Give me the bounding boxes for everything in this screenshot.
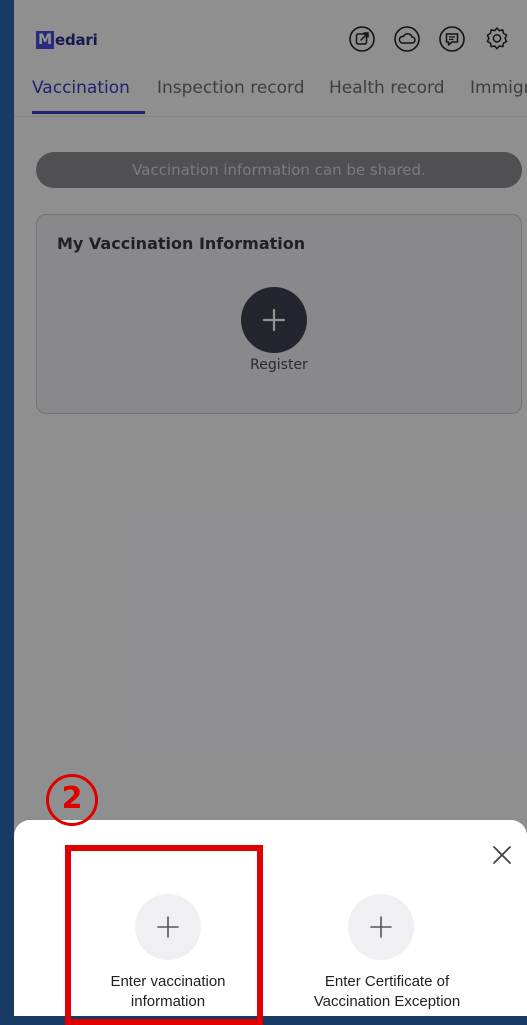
- enter-exception-certificate-option[interactable]: Enter Certificate of Vaccination Excepti…: [272, 894, 502, 1010]
- enter-exception-label: Enter Certificate of Vaccination Excepti…: [313, 973, 461, 1010]
- close-icon[interactable]: [490, 843, 514, 867]
- plus-icon: [370, 916, 392, 938]
- step-number-badge: 2: [46, 774, 98, 826]
- highlight-box: [65, 845, 263, 1025]
- enter-exception-add-button[interactable]: [348, 894, 414, 960]
